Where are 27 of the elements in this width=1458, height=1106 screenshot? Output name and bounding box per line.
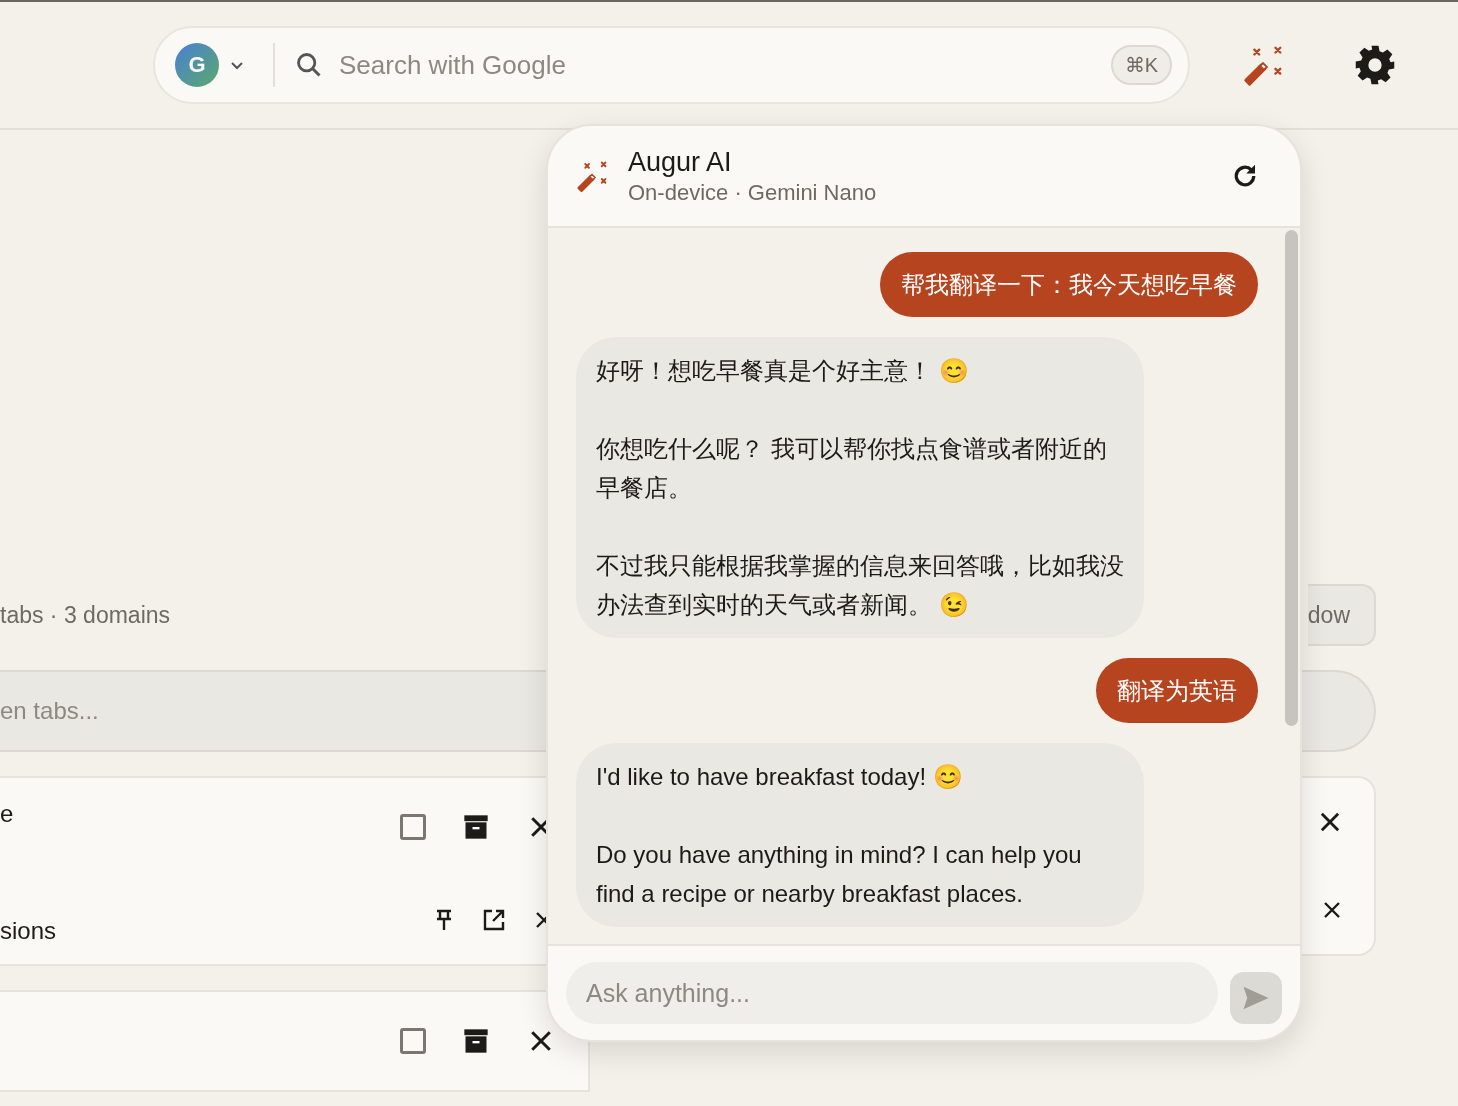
search-icon	[295, 51, 323, 79]
shortcut-hint: ⌘K	[1110, 45, 1172, 85]
settings-button[interactable]	[1354, 44, 1396, 86]
message-paragraph: 好呀！想吃早餐真是个好主意！ 😊	[596, 356, 970, 386]
scrollbar[interactable]	[1285, 230, 1298, 726]
message-paragraph: I'd like to have breakfast today! 😊	[596, 762, 964, 792]
assistant-title: Augur AI	[628, 146, 733, 178]
account-switcher[interactable]: G	[175, 43, 245, 87]
user-message: 翻译为英语	[1096, 658, 1258, 723]
message-paragraph: 不过我只能根据我掌握的信息来回答哦，比如我没办法查到实时的天气或者新闻。 😉	[596, 551, 1124, 620]
send-button[interactable]	[1230, 972, 1282, 1024]
checkbox[interactable]	[400, 1028, 426, 1054]
assistant-subtitle: On-device · Gemini Nano	[628, 179, 878, 206]
message-paragraph: Do you have anything in mind? I can help you find a recipe or nearby breakfast places.	[596, 840, 1083, 909]
message-paragraph: 你想吃什么呢？ 我可以帮你找点食谱或者附近的早餐店。	[596, 434, 1108, 503]
account-avatar: G	[175, 43, 219, 87]
tab-summary: tabs · 3 domains	[0, 601, 171, 629]
message-input[interactable]: Ask anything...	[566, 962, 1218, 1024]
window-button[interactable]: dow	[1307, 584, 1376, 646]
tab-title[interactable]: sions	[0, 917, 57, 945]
checkbox[interactable]	[400, 814, 426, 840]
external-link-icon[interactable]	[482, 908, 506, 932]
user-message: 帮我翻译一下：我今天想吃早餐	[880, 252, 1258, 317]
search-field[interactable]: G Search with Google ⌘K	[153, 26, 1190, 104]
group-title: e	[0, 800, 14, 828]
archive-icon[interactable]	[462, 1027, 490, 1055]
archive-icon[interactable]	[462, 813, 490, 841]
